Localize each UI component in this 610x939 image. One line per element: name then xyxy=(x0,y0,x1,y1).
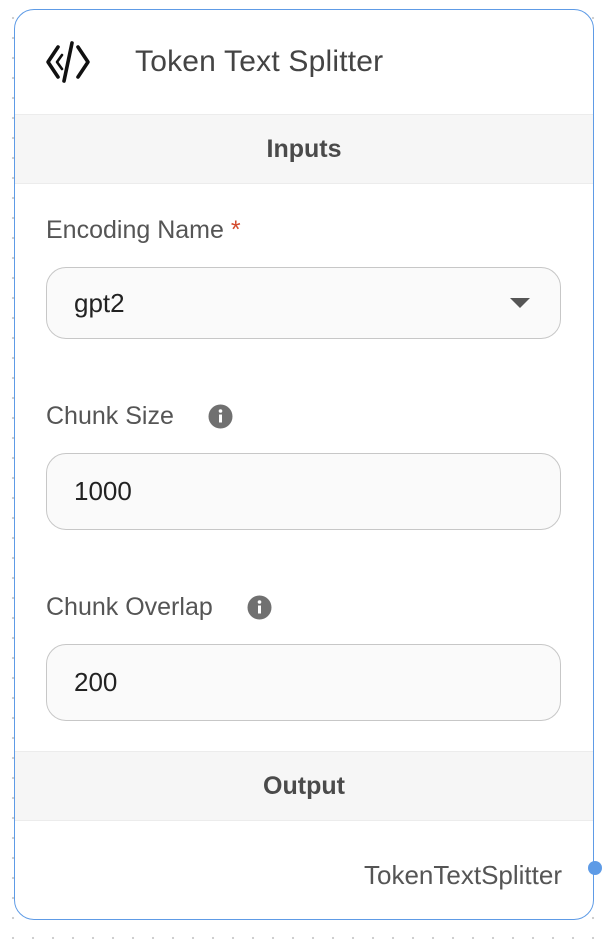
output-section-header: Output xyxy=(15,751,593,821)
chunk-size-input[interactable]: 1000 xyxy=(46,453,561,530)
token-text-splitter-node[interactable]: Token Text Splitter Inputs Encoding Name… xyxy=(14,9,602,920)
chunk-overlap-label-row: Chunk Overlap xyxy=(46,593,272,622)
node-header: Token Text Splitter xyxy=(15,10,593,114)
output-section-label: Output xyxy=(263,771,345,800)
inputs-section-header: Inputs xyxy=(15,114,593,184)
encoding-name-label-row: Encoding Name * xyxy=(46,216,241,245)
chunk-size-label: Chunk Size xyxy=(46,402,174,430)
chunk-size-value: 1000 xyxy=(74,476,132,506)
required-indicator: * xyxy=(230,216,241,244)
chunk-overlap-label: Chunk Overlap xyxy=(46,593,213,621)
info-icon[interactable] xyxy=(208,404,233,429)
inputs-section-label: Inputs xyxy=(266,134,342,163)
info-icon[interactable] xyxy=(247,595,272,620)
chunk-size-label-row: Chunk Size xyxy=(46,402,233,431)
output-name-label: TokenTextSplitter xyxy=(364,860,562,890)
node-title: Token Text Splitter xyxy=(135,45,384,78)
output-row: TokenTextSplitter xyxy=(15,819,593,919)
encoding-name-label: Encoding Name xyxy=(46,216,224,244)
chunk-overlap-value: 200 xyxy=(74,667,118,697)
output-connection-handle[interactable] xyxy=(588,861,602,875)
encoding-name-select[interactable]: gpt2 xyxy=(46,267,561,339)
code-brackets-icon xyxy=(45,39,91,85)
dropdown-arrow-icon[interactable] xyxy=(510,298,530,308)
chunk-overlap-input[interactable]: 200 xyxy=(46,644,561,721)
encoding-name-value: gpt2 xyxy=(74,287,125,318)
